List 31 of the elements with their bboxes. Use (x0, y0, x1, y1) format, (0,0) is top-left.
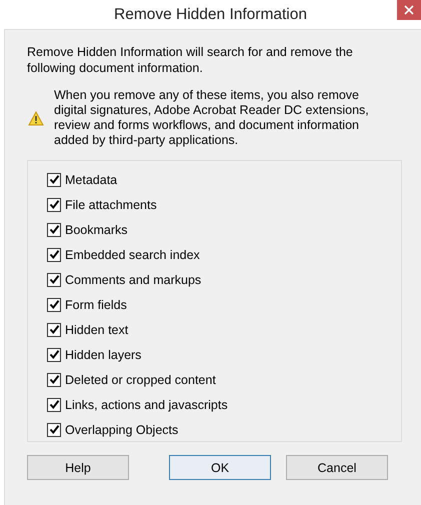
checkbox-label[interactable]: Embedded search index (65, 248, 200, 262)
checkbox[interactable] (47, 248, 61, 262)
intro-text: Remove Hidden Information will search for and remove the following document information. (27, 44, 354, 76)
checkbox[interactable] (47, 222, 61, 236)
checkbox-label[interactable]: Overlapping Objects (65, 422, 178, 436)
checkbox-label[interactable]: Comments and markups (65, 272, 202, 286)
checkbox[interactable] (47, 322, 61, 336)
dialog-button[interactable]: Cancel (286, 455, 388, 480)
warning-text: When you remove any of these items, you also remove digital signatures, Adobe Acrobat Reader DC extensions, review and forms workflows, and document information added by third-party applications. (54, 88, 370, 148)
checkbox[interactable] (47, 422, 61, 436)
checkbox-label[interactable]: Form fields (65, 298, 127, 312)
checkbox[interactable] (47, 298, 61, 312)
checkbox-label[interactable]: Hidden text (65, 322, 128, 336)
dialog-button[interactable]: Help (27, 455, 129, 480)
close-button[interactable] (397, 0, 421, 20)
checkbox-label[interactable]: Links, actions and javascripts (65, 398, 228, 412)
checkbox[interactable] (47, 372, 61, 386)
warning-icon (28, 110, 44, 126)
checkbox-label[interactable]: Bookmarks (65, 222, 128, 236)
dialog-button[interactable]: OK (169, 455, 271, 480)
checkbox[interactable] (47, 272, 61, 286)
checkbox-label[interactable]: File attachments (65, 198, 157, 212)
checkbox-label[interactable]: Deleted or cropped content (65, 372, 216, 386)
window-title: Remove Hidden Information (114, 6, 307, 24)
checkbox[interactable] (47, 398, 61, 412)
checkbox[interactable] (47, 198, 61, 212)
checkbox-label[interactable]: Metadata (65, 172, 118, 186)
checkbox-label[interactable]: Hidden layers (65, 348, 142, 362)
checkbox[interactable] (47, 348, 61, 362)
checkbox[interactable] (47, 172, 61, 186)
close-icon (404, 5, 414, 15)
